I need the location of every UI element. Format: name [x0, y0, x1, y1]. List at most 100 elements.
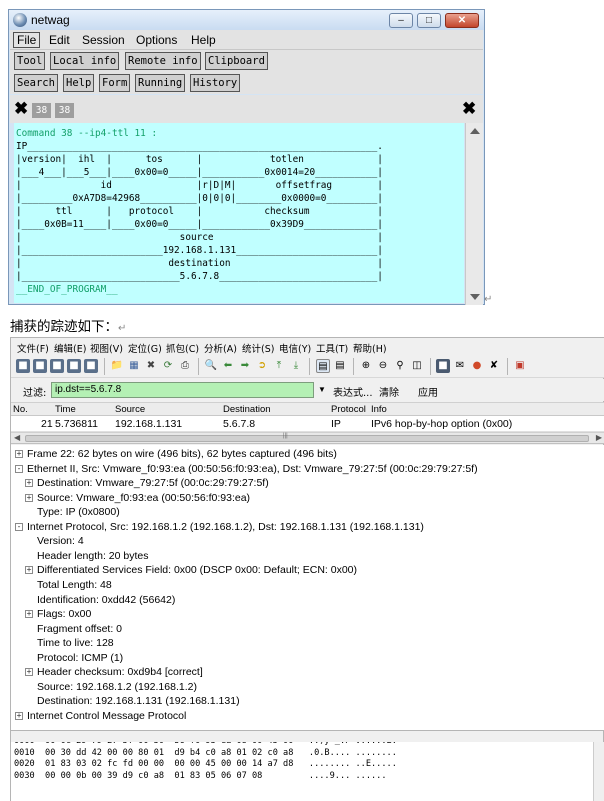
bytes-scrollbar[interactable] [593, 742, 604, 801]
detail-row[interactable]: Header length: 20 bytes [11, 549, 604, 564]
menu-file[interactable]: File [13, 32, 41, 48]
expand-icon[interactable]: + [25, 479, 33, 488]
scroll-down-icon[interactable] [470, 294, 480, 300]
find-packet-icon[interactable]: 🔍 [204, 359, 218, 373]
auto-scroll-icon[interactable]: ▤ [333, 359, 347, 373]
collapse-icon[interactable]: - [15, 464, 23, 473]
display-filters-icon[interactable]: ✉ [453, 359, 467, 373]
detail-row[interactable]: Destination: 192.168.1.131 (192.168.1.13… [11, 694, 604, 709]
stop-capture-icon[interactable]: ■ [67, 359, 81, 373]
expand-icon[interactable]: + [25, 668, 33, 677]
detail-row[interactable]: Version: 4 [11, 534, 604, 549]
detail-row[interactable]: Identification: 0xdd42 (56642) [11, 593, 604, 608]
last-packet-icon[interactable]: ⤓ [289, 359, 303, 373]
expand-icon[interactable]: + [15, 450, 23, 458]
menu-help[interactable]: Help [188, 32, 219, 48]
reload-icon[interactable]: ⟳ [161, 359, 175, 373]
close-button[interactable]: ✕ [445, 13, 479, 28]
detail-row[interactable]: Protocol: ICMP (1) [11, 651, 604, 666]
detail-row[interactable]: + Frame 22: 62 bytes on wire (496 bits), … [11, 447, 604, 462]
detail-row[interactable]: Total Length: 48 [11, 578, 604, 593]
start-capture-icon[interactable]: ■ [50, 359, 64, 373]
scroll-right-icon[interactable]: ▶ [596, 433, 602, 442]
menu-view[interactable]: 视图(V) [90, 341, 123, 355]
menu-capture[interactable]: 抓包(C) [166, 341, 199, 355]
close-tab-icon[interactable]: ✖ [14, 100, 28, 117]
zoom-out-icon[interactable]: ⊖ [376, 359, 390, 373]
menu-go[interactable]: 定位(G) [128, 341, 162, 355]
expand-icon[interactable]: + [25, 566, 33, 575]
help-button[interactable]: Help [63, 74, 95, 92]
maximize-button[interactable]: □ [417, 13, 441, 28]
command-scrollbar[interactable] [465, 123, 483, 305]
form-button[interactable]: Form [99, 74, 131, 92]
restart-capture-icon[interactable]: ■ [84, 359, 98, 373]
go-to-packet-icon[interactable]: ➲ [255, 359, 269, 373]
filter-input[interactable]: ip.dst==5.6.7.8 [51, 382, 314, 398]
go-back-icon[interactable]: ⬅ [221, 359, 235, 373]
menu-session[interactable]: Session [79, 32, 128, 48]
tool-button[interactable]: Tool [14, 52, 46, 70]
tab-38[interactable]: 38 [32, 103, 51, 118]
remote-info-button[interactable]: Remote info [125, 52, 201, 70]
preferences-icon[interactable]: ✘ [487, 359, 501, 373]
minimize-button[interactable]: – [389, 13, 413, 28]
column-destination[interactable]: Destination [223, 404, 271, 415]
menu-edit[interactable]: Edit [46, 32, 73, 48]
menu-edit[interactable]: 编辑(E) [54, 341, 86, 355]
options-icon[interactable]: ■ [33, 359, 47, 373]
menu-tools[interactable]: 工具(T) [316, 341, 348, 355]
menu-options[interactable]: Options [133, 32, 180, 48]
detail-row[interactable]: Source: 192.168.1.2 (192.168.1.2) [11, 680, 604, 695]
save-file-icon[interactable]: ▦ [127, 359, 141, 373]
detail-row[interactable]: + Flags: 0x00 [11, 607, 604, 622]
expression-button[interactable]: 表达式... [333, 384, 373, 399]
zoom-in-icon[interactable]: ⊕ [359, 359, 373, 373]
expand-icon[interactable]: + [25, 493, 33, 502]
apply-button[interactable]: 应用 [418, 384, 438, 399]
column-time[interactable]: Time [55, 404, 76, 415]
filter-dropdown-icon[interactable]: ▼ [318, 385, 326, 394]
collapse-icon[interactable]: - [15, 522, 23, 531]
scroll-left-icon[interactable]: ◀ [14, 433, 20, 442]
scroll-up-icon[interactable] [470, 128, 480, 134]
close-all-tabs-icon[interactable]: ✖ [462, 100, 476, 117]
detail-row[interactable]: Time to live: 128 [11, 636, 604, 651]
detail-row[interactable]: - Internet Protocol, Src: 192.168.1.2 (19… [11, 520, 604, 535]
column-no[interactable]: No. [13, 404, 28, 415]
detail-row[interactable]: + Differentiated Services Field: 0x00 (DS… [11, 563, 604, 578]
go-forward-icon[interactable]: ➡ [238, 359, 252, 373]
clipboard-button[interactable]: Clipboard [205, 52, 268, 70]
history-button[interactable]: History [190, 74, 241, 92]
menu-telephony[interactable]: 电信(Y) [279, 341, 311, 355]
resize-columns-icon[interactable]: ◫ [410, 359, 424, 373]
column-source[interactable]: Source [115, 404, 145, 415]
local-info-button[interactable]: Local info [50, 52, 120, 70]
close-file-icon[interactable]: ✖ [144, 359, 158, 373]
colorize-icon[interactable]: ▤ [316, 359, 330, 373]
menu-help[interactable]: 帮助(H) [353, 341, 387, 355]
detail-row[interactable]: + Destination: Vmware_79:27:5f (00:0c:29:… [11, 476, 604, 491]
capture-filters-icon[interactable]: ■ [436, 359, 450, 373]
interfaces-icon[interactable]: ■ [16, 359, 30, 373]
menu-file[interactable]: 文件(F) [17, 341, 49, 355]
running-button[interactable]: Running [135, 74, 186, 92]
column-protocol[interactable]: Protocol [331, 404, 366, 415]
detail-row[interactable]: - Ethernet II, Src: Vmware_f0:93:ea (00:5… [11, 462, 604, 477]
packet-list-hscrollbar[interactable]: ◀ ||| ▶ [11, 432, 604, 444]
coloring-rules-icon[interactable]: ● [470, 359, 484, 373]
normal-size-icon[interactable]: ⚲ [393, 359, 407, 373]
detail-row[interactable]: + Header checksum: 0xd9b4 [correct] [11, 665, 604, 680]
expand-icon[interactable]: + [25, 610, 33, 619]
help-icon[interactable]: ▣ [513, 359, 527, 373]
detail-row[interactable]: + Source: Vmware_f0:93:ea (00:50:56:f0:93… [11, 491, 604, 506]
detail-row[interactable]: Fragment offset: 0 [11, 622, 604, 637]
column-info[interactable]: Info [371, 404, 387, 415]
open-file-icon[interactable]: 📁 [110, 359, 124, 373]
menu-analyze[interactable]: 分析(A) [204, 341, 237, 355]
expand-icon[interactable]: + [15, 711, 23, 720]
packet-row[interactable]: 21 5.736811 192.168.1.131 5.6.7.8 IP IPv… [11, 416, 604, 432]
print-icon[interactable]: ⎙ [178, 359, 192, 373]
detail-row[interactable]: Type: IP (0x0800) [11, 505, 604, 520]
tab-38-second[interactable]: 38 [55, 103, 74, 118]
